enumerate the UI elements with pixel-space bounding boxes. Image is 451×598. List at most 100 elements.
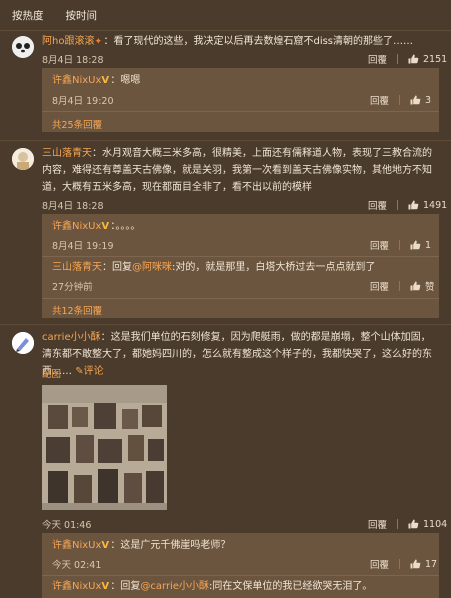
reply-button[interactable]: 回覆 bbox=[370, 279, 389, 293]
divider bbox=[42, 111, 439, 112]
reply-button[interactable]: 回覆 bbox=[370, 557, 389, 571]
divider bbox=[42, 256, 439, 257]
reply-actions: 回覆 17 bbox=[370, 557, 437, 572]
avatar[interactable] bbox=[12, 148, 34, 170]
divider bbox=[0, 140, 451, 141]
more-replies-link[interactable]: 共25条回覆 bbox=[52, 117, 102, 131]
more-replies-link[interactable]: 共12条回覆 bbox=[52, 303, 102, 317]
thumbs-up-icon bbox=[410, 240, 421, 250]
like-button[interactable]: 3 bbox=[410, 95, 431, 106]
action-separator bbox=[399, 240, 401, 250]
comment-author[interactable]: 阿ho跟滚滚 bbox=[42, 36, 94, 47]
sort-by-hot-tab[interactable]: 按热度 bbox=[12, 8, 44, 23]
reply-author[interactable]: 许鑫NixUx bbox=[52, 581, 101, 592]
divider bbox=[0, 324, 451, 325]
action-separator bbox=[399, 281, 401, 291]
reply-actions: 回覆 3 bbox=[370, 93, 431, 108]
reply-button[interactable]: 回覆 bbox=[370, 238, 389, 252]
reply-actions: 回覆 1 bbox=[370, 238, 431, 253]
reply-button[interactable]: 回覆 bbox=[370, 93, 389, 107]
reply-text-prefix: ：回复 bbox=[102, 262, 132, 273]
action-separator bbox=[397, 54, 399, 64]
thumbs-up-icon bbox=[410, 281, 421, 291]
reply-text: :同在文保单位的我已经欲哭无泪了。 bbox=[209, 581, 373, 592]
like-label: 赞 bbox=[425, 282, 435, 293]
reply-author[interactable]: 许鑫NixUx bbox=[52, 221, 101, 232]
comment-actions: 回覆 1491 bbox=[368, 198, 447, 213]
comment-text: ：看了现代的这些，我决定以后再去数煌石窟不diss清朝的那些了…… bbox=[103, 36, 414, 47]
divider bbox=[42, 575, 439, 576]
reply-button[interactable]: 回覆 bbox=[368, 198, 387, 212]
reply-actions: 回覆 赞 bbox=[370, 279, 435, 293]
comment-text: ：水月观音大概三米多高，很精美，上面还有儒释道人物，表现了三教合流的内容，难得还… bbox=[42, 148, 432, 193]
reply-body: 许鑫NixUxV：这是广元千佛崖吗老师？ bbox=[52, 539, 432, 553]
like-count: 1104 bbox=[423, 518, 448, 530]
comment-time: 8月4日 18:28 bbox=[42, 55, 104, 66]
comment-time: 8月4日 18:28 bbox=[42, 201, 104, 212]
like-count: 3 bbox=[425, 94, 432, 106]
sort-by-time-tab[interactable]: 按时间 bbox=[66, 8, 98, 23]
reply-thread: 许鑫NixUxV：。。。。 8月4日 19:19 回覆 1 三山落青天：回复@阿… bbox=[42, 214, 439, 318]
like-button[interactable]: 1491 bbox=[408, 200, 447, 211]
thumbs-up-icon bbox=[408, 519, 419, 529]
comment-author[interactable]: 三山落青天 bbox=[42, 148, 92, 159]
comment-body: 三山落青天：水月观音大概三米多高，很精美，上面还有儒释道人物，表现了三教合流的内… bbox=[42, 145, 438, 196]
reply-author[interactable]: 许鑫NixUx bbox=[52, 540, 101, 551]
reply-author[interactable]: 三山落青天 bbox=[52, 262, 102, 273]
action-separator bbox=[399, 559, 401, 569]
action-separator bbox=[397, 519, 399, 529]
comment-body: carrie小小酥：这是我们单位的石刻修复，因为爬艇雨，做的都是崩塌，整个山体加… bbox=[42, 329, 438, 380]
like-count: 1491 bbox=[423, 199, 448, 211]
reply-time: 8月4日 19:19 bbox=[52, 241, 114, 252]
grotto-photo-image bbox=[42, 385, 167, 510]
like-button[interactable]: 17 bbox=[410, 559, 437, 570]
comment-author[interactable]: carrie小小酥 bbox=[42, 332, 101, 343]
action-separator bbox=[397, 200, 399, 210]
reply-text: ：。。。。 bbox=[110, 221, 141, 232]
comment-label: 评论 bbox=[83, 366, 104, 377]
mention-link[interactable]: @carrie小小酥 bbox=[140, 581, 209, 592]
thumbs-up-icon bbox=[408, 54, 419, 64]
reply-thread: 许鑫NixUxV：嗯嗯 8月4日 19:20 回覆 3 共25条回覆 bbox=[42, 68, 439, 132]
like-count: 2151 bbox=[423, 53, 448, 65]
thumbs-up-icon bbox=[410, 559, 421, 569]
reply-body: 许鑫NixUxV：回复@carrie小小酥:同在文保单位的我已经欲哭无泪了。 bbox=[52, 580, 432, 594]
reply-body: 许鑫NixUxV：嗯嗯 bbox=[52, 74, 432, 88]
avatar-image bbox=[12, 148, 34, 170]
reply-body: 三山落青天：回复@阿咪咪:对的，就是那里，白塔大桥过去一点点就到了 bbox=[52, 261, 432, 275]
avatar[interactable] bbox=[12, 36, 34, 58]
reply-text: ：嗯嗯 bbox=[110, 75, 141, 86]
avatar[interactable] bbox=[12, 332, 34, 354]
comment-actions: 回覆 2151 bbox=[368, 52, 447, 67]
reply-text: ：这是广元千佛崖吗老师？ bbox=[110, 540, 231, 551]
reply-thread: 许鑫NixUxV：这是广元千佛崖吗老师？ 今天 02:41 回覆 17 许鑫Ni… bbox=[42, 533, 439, 598]
sort-bar: 按热度 按时间 bbox=[0, 0, 451, 30]
thumbs-up-icon bbox=[408, 200, 419, 210]
divider bbox=[42, 298, 439, 299]
thumbs-up-icon bbox=[410, 95, 421, 105]
like-count: 1 bbox=[425, 239, 432, 251]
comment-photo[interactable] bbox=[42, 385, 167, 510]
reply-text: :对的，就是那里，白塔大桥过去一点点就到了 bbox=[172, 262, 376, 273]
comment-time: 今天 01:46 bbox=[42, 520, 92, 531]
reply-author[interactable]: 许鑫NixUx bbox=[52, 75, 101, 86]
mention-link[interactable]: @阿咪咪 bbox=[132, 262, 172, 273]
reply-text-prefix: ：回复 bbox=[110, 581, 141, 592]
photo-label[interactable]: 配图 bbox=[42, 366, 61, 380]
reply-time: 今天 02:41 bbox=[52, 560, 102, 571]
comment-actions: 回覆 1104 bbox=[368, 517, 447, 532]
reply-button[interactable]: 回覆 bbox=[368, 517, 387, 531]
comment-body: 阿ho跟滚滚✦：看了现代的这些，我决定以后再去数煌石窟不diss清朝的那些了…… bbox=[42, 33, 438, 50]
comment-icon: ✎ bbox=[75, 366, 84, 377]
divider bbox=[0, 30, 451, 31]
like-button[interactable]: 赞 bbox=[410, 279, 435, 293]
reply-button[interactable]: 回覆 bbox=[368, 52, 387, 66]
comment-action-link[interactable]: ✎评论 bbox=[75, 366, 103, 377]
like-button[interactable]: 1104 bbox=[408, 519, 447, 530]
reply-time: 8月4日 19:20 bbox=[52, 96, 114, 107]
like-button[interactable]: 2151 bbox=[408, 54, 447, 65]
reply-body: 许鑫NixUxV：。。。。 bbox=[52, 220, 432, 234]
like-button[interactable]: 1 bbox=[410, 240, 431, 251]
reply-time: 27分钟前 bbox=[52, 282, 93, 293]
action-separator bbox=[399, 95, 401, 105]
